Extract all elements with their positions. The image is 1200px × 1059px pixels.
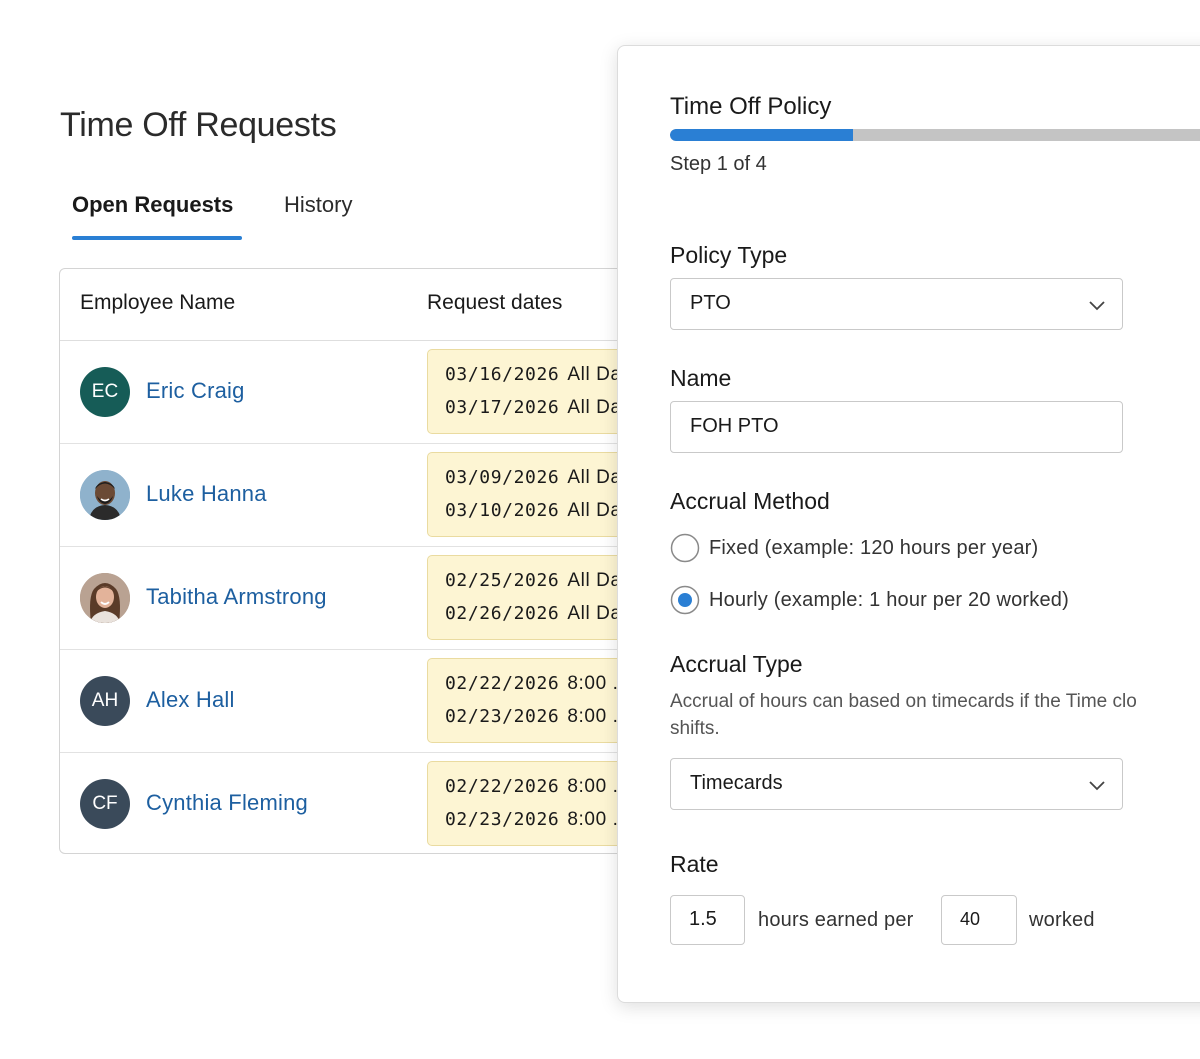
request-date: 02/26/2026 (445, 603, 560, 624)
request-date: 03/16/2026 (445, 364, 560, 385)
chevron-down-icon (1089, 781, 1105, 791)
avatar: EC (80, 367, 130, 417)
request-time: All Da (567, 570, 622, 591)
request-date: 02/23/2026 (445, 809, 560, 830)
tab-open-requests[interactable]: Open Requests (72, 186, 233, 224)
employee-name-link[interactable]: Alex Hall (146, 687, 235, 713)
page-title: Time Off Requests (60, 106, 337, 144)
request-time: 8:00 . (567, 809, 619, 830)
radio-hourly[interactable] (670, 585, 700, 615)
panel-title: Time Off Policy (670, 93, 832, 120)
radio-fixed[interactable] (670, 533, 700, 563)
request-time: All Da (567, 364, 622, 385)
step-indicator: Step 1 of 4 (670, 153, 767, 175)
accrual-type-help-line: shifts. (670, 718, 720, 739)
column-header-employee-name: Employee Name (80, 291, 236, 314)
step-progress-bar (670, 129, 1200, 141)
accrual-type-value: Timecards (690, 772, 783, 794)
policy-type-value: PTO (690, 292, 731, 314)
accrual-type-select[interactable]: Timecards (670, 758, 1123, 810)
avatar: CF (80, 779, 130, 829)
time-off-policy-panel: Time Off Policy Step 1 of 4 Policy Type … (617, 45, 1200, 1003)
hours-worked-value: 40 (960, 909, 981, 929)
tab-history[interactable]: History (284, 186, 352, 224)
hours-earned-value: 1.5 (689, 908, 717, 930)
request-date-line: 03/17/2026 All Da (445, 397, 622, 419)
accrual-type-help: Accrual of hours can based on timecards … (670, 688, 1200, 742)
request-time: All Da (567, 603, 622, 624)
policy-name-input[interactable]: FOH PTO (670, 401, 1123, 453)
tab-bar: Open Requests History (60, 186, 380, 242)
name-label: Name (670, 365, 732, 391)
request-date: 03/17/2026 (445, 397, 560, 418)
employee-name-link[interactable]: Tabitha Armstrong (146, 584, 327, 610)
request-time: 8:00 . (567, 673, 619, 694)
rate-text-worked: worked (1029, 909, 1095, 931)
policy-name-value: FOH PTO (690, 415, 779, 437)
radio-fixed-label[interactable]: Fixed (example: 120 hours per year) (709, 537, 1038, 560)
request-date-line: 02/22/2026 8:00 . (445, 673, 619, 695)
accrual-method-label: Accrual Method (670, 488, 830, 514)
avatar-photo (80, 470, 130, 520)
request-time: All Da (567, 467, 622, 488)
request-date-line: 03/16/2026 All Da (445, 364, 622, 386)
hours-earned-input[interactable]: 1.5 (670, 895, 745, 945)
avatar-photo (80, 573, 130, 623)
request-time: All Da (567, 397, 622, 418)
request-date-line: 03/09/2026 All Da (445, 467, 622, 489)
hours-worked-input[interactable]: 40 (941, 895, 1017, 945)
request-date-line: 02/26/2026 All Da (445, 603, 622, 625)
request-time: 8:00 . (567, 776, 619, 797)
avatar: AH (80, 676, 130, 726)
step-progress-fill (670, 129, 853, 141)
chevron-down-icon (1089, 301, 1105, 311)
request-date-line: 02/23/2026 8:00 . (445, 706, 619, 728)
request-date-line: 02/25/2026 All Da (445, 570, 622, 592)
rate-label: Rate (670, 851, 719, 877)
request-date: 03/09/2026 (445, 467, 560, 488)
request-date: 03/10/2026 (445, 500, 560, 521)
request-date: 02/23/2026 (445, 706, 560, 727)
column-header-request-dates: Request dates (427, 291, 563, 314)
request-date: 02/22/2026 (445, 776, 560, 797)
accrual-type-help-line: Accrual of hours can based on timecards … (670, 691, 1137, 712)
employee-name-link[interactable]: Cynthia Fleming (146, 790, 308, 816)
request-date-line: 03/10/2026 All Da (445, 500, 622, 522)
policy-type-label: Policy Type (670, 242, 788, 268)
request-date-line: 02/23/2026 8:00 . (445, 809, 619, 831)
request-date: 02/25/2026 (445, 570, 560, 591)
employee-name-link[interactable]: Luke Hanna (146, 481, 267, 507)
request-time: All Da (567, 500, 622, 521)
request-time: 8:00 . (567, 706, 619, 727)
rate-text-hours-earned-per: hours earned per (758, 909, 914, 931)
request-date-line: 02/22/2026 8:00 . (445, 776, 619, 798)
active-tab-indicator (72, 236, 242, 240)
accrual-type-label: Accrual Type (670, 651, 803, 677)
radio-hourly-label[interactable]: Hourly (example: 1 hour per 20 worked) (709, 589, 1069, 612)
request-date: 02/22/2026 (445, 673, 560, 694)
policy-type-select[interactable]: PTO (670, 278, 1123, 330)
employee-name-link[interactable]: Eric Craig (146, 378, 245, 404)
